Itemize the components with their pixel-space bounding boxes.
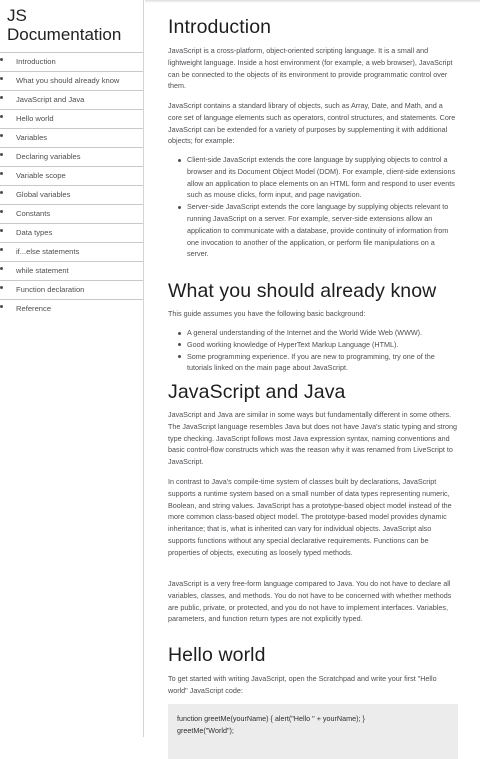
section-title-what-you-should-already-know: What you should already know xyxy=(168,280,437,302)
nav-link-javascript-and-java[interactable]: JavaScript and Java xyxy=(0,91,143,110)
paragraph: JavaScript contains a standard library o… xyxy=(168,101,456,146)
list-item: Client-side JavaScript extends the core … xyxy=(178,154,458,201)
list-item: Some programming experience. If you are … xyxy=(178,351,458,375)
nav-link-introduction[interactable]: Introduction xyxy=(0,53,143,72)
nav-link-declaring-variables[interactable]: Declaring variables xyxy=(0,148,143,167)
nav-link-if-else-statements[interactable]: if...else statements xyxy=(0,243,143,262)
paragraph: JavaScript is a cross-platform, object-o… xyxy=(168,46,453,91)
bullet-list: Client-side JavaScript extends the core … xyxy=(168,154,458,260)
code-line: greetMe("World"); xyxy=(177,726,234,735)
list-item: Good working knowledge of HyperText Mark… xyxy=(178,339,458,351)
nav-link-data-types[interactable]: Data types xyxy=(0,224,143,243)
paragraph: To get started with writing JavaScript, … xyxy=(168,674,437,695)
section-title-javascript-and-java: JavaScript and Java xyxy=(168,381,346,403)
top-shadow xyxy=(145,0,480,3)
paragraph: JavaScript and Java are similar in some … xyxy=(168,410,458,467)
nav-link-hello-world[interactable]: Hello world xyxy=(0,110,143,129)
nav-link-variables[interactable]: Variables xyxy=(0,129,143,148)
code-block: function greetMe(yourName) { alert("Hell… xyxy=(168,704,458,759)
paragraph: This guide assumes you have the followin… xyxy=(168,309,366,318)
paragraph: In contrast to Java's compile-time syste… xyxy=(168,477,452,557)
code-line: function greetMe(yourName) { alert("Hell… xyxy=(177,714,365,723)
nav-link-reference[interactable]: Reference xyxy=(0,300,143,318)
sidebar-title: JS Documentation xyxy=(0,0,143,53)
list-item: Server-side JavaScript extends the core … xyxy=(178,201,458,260)
paragraph: JavaScript is a very free-form language … xyxy=(168,579,452,624)
nav-link-variable-scope[interactable]: Variable scope xyxy=(0,167,143,186)
section-title-hello-world: Hello world xyxy=(168,644,266,666)
nav-list: Introduction What you should already kno… xyxy=(0,53,143,318)
nav-link-constants[interactable]: Constants xyxy=(0,205,143,224)
section-title-introduction: Introduction xyxy=(168,16,272,38)
nav-link-while-statement[interactable]: while statement xyxy=(0,262,143,281)
list-item: A general understanding of the Internet … xyxy=(178,327,458,339)
navbar: JS Documentation Introduction What you s… xyxy=(0,0,144,737)
nav-link-function-declaration[interactable]: Function declaration xyxy=(0,281,143,300)
nav-link-global-variables[interactable]: Global variables xyxy=(0,186,143,205)
bullet-list: A general understanding of the Internet … xyxy=(168,327,458,374)
nav-link-what-you-should-already-know[interactable]: What you should already know xyxy=(0,72,143,91)
